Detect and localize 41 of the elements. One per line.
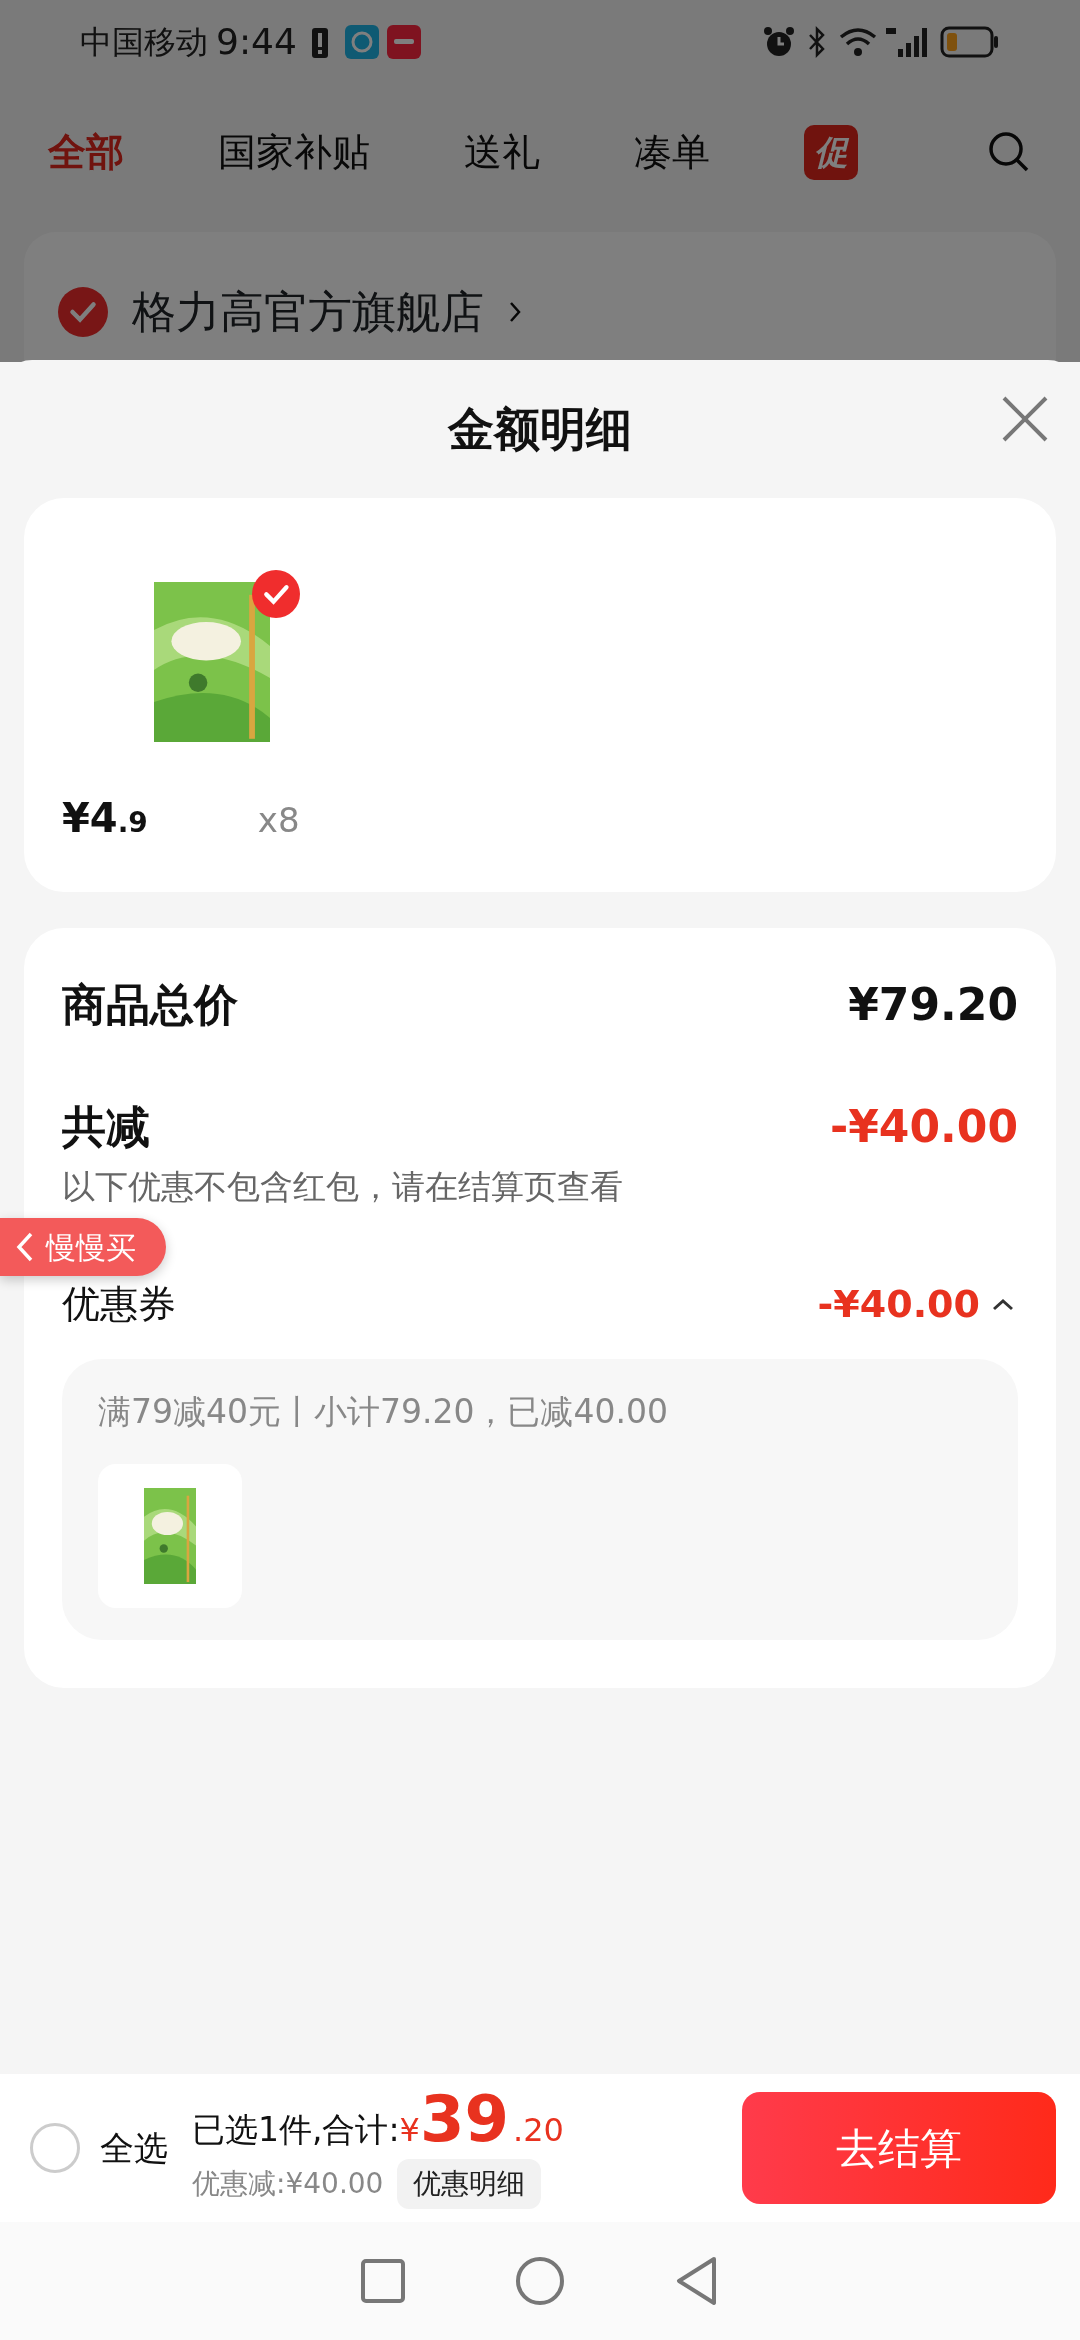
coupon-detail-text: 满79减40元丨小计79.20，已减40.00 bbox=[98, 1390, 669, 1433]
coupon-label: 优惠券 bbox=[62, 1280, 176, 1328]
checkout-button[interactable]: 去结算 bbox=[742, 2092, 1056, 2204]
discount-summary: 优惠减:¥40.00 bbox=[192, 2165, 384, 2202]
discount-note: 以下优惠不包含红包，请在结算页查看 bbox=[62, 1167, 623, 1206]
select-all-checkbox[interactable] bbox=[30, 2123, 80, 2173]
discount-detail-button[interactable]: 优惠明细 bbox=[397, 2158, 542, 2209]
tab[interactable]: 凑单 bbox=[634, 123, 710, 181]
sheet-title: 金额明细 bbox=[448, 400, 632, 458]
reduction-label: 共减 bbox=[62, 1100, 150, 1154]
store-checkbox[interactable] bbox=[58, 287, 108, 337]
clock-time: 9:44 bbox=[216, 20, 297, 64]
reduction-amount: -¥40.00 bbox=[829, 1100, 1018, 1154]
home-icon[interactable] bbox=[514, 2255, 566, 2307]
battery-alert-icon bbox=[310, 25, 329, 59]
floating-button[interactable]: 慢慢买 bbox=[0, 1218, 166, 1276]
total-decimal: .20 bbox=[513, 2110, 564, 2152]
total-price: ¥79.20 bbox=[848, 978, 1018, 1032]
coupon-amount: -¥40.00 bbox=[817, 1280, 980, 1328]
wifi-icon bbox=[838, 25, 878, 59]
tab[interactable]: 送礼 bbox=[464, 123, 540, 181]
total-amount: 39 bbox=[419, 2087, 510, 2152]
promo-badge[interactable]: 促 bbox=[804, 124, 858, 180]
chevron-right-icon bbox=[508, 300, 522, 324]
item-quantity: x8 bbox=[257, 799, 300, 842]
signal-icon bbox=[884, 25, 930, 59]
select-all-label[interactable]: 全选 bbox=[100, 2122, 168, 2174]
battery-icon bbox=[940, 25, 1000, 59]
item-price: ¥4.9 bbox=[62, 794, 148, 843]
alarm-icon bbox=[762, 25, 796, 59]
total-label: 商品总价 bbox=[62, 978, 238, 1032]
store-name[interactable]: 格力高官方旗舰店 bbox=[132, 279, 484, 345]
tab[interactable]: 全部 bbox=[48, 123, 124, 181]
currency-symbol: ¥ bbox=[399, 2110, 420, 2152]
recent-apps-icon[interactable] bbox=[360, 2258, 406, 2304]
app-icon bbox=[344, 25, 379, 59]
app-icon bbox=[386, 25, 421, 59]
selected-summary: 已选1件,合计: bbox=[192, 2109, 400, 2152]
carrier-name: 中国移动 bbox=[80, 22, 208, 63]
item-checkbox[interactable] bbox=[252, 570, 300, 618]
tab[interactable]: 国家补贴 bbox=[218, 123, 370, 181]
